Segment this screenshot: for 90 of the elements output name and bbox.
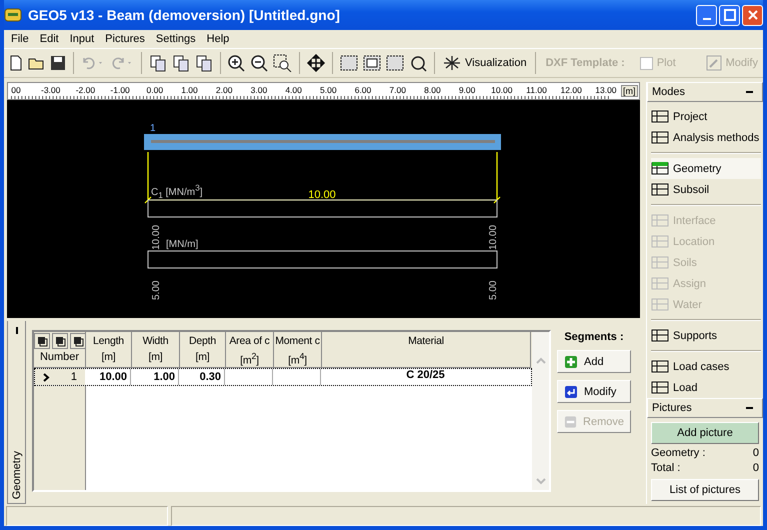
minimize-icon	[702, 18, 710, 20]
plus-icon	[564, 354, 578, 368]
move-icon[interactable]	[306, 54, 326, 72]
close-button[interactable]	[742, 4, 763, 26]
segments-title: Segments :	[564, 331, 624, 343]
table-cell: C 20/25	[406, 369, 445, 381]
edit-icon	[706, 55, 722, 71]
mode-icon	[651, 359, 669, 374]
zoom-out-icon[interactable]	[250, 54, 270, 72]
support-value: 5.00	[488, 280, 499, 300]
column-header: Width [m]	[132, 332, 180, 368]
copy-icon[interactable]	[194, 54, 214, 72]
column-header: Number	[40, 350, 80, 363]
row-number: 1	[35, 369, 85, 385]
table-cell: 1.00	[154, 371, 175, 383]
mode-icon	[651, 255, 669, 270]
mode-icon	[651, 182, 669, 197]
ruler-unit: [m]	[621, 85, 638, 97]
modify-button[interactable]: Modify	[557, 380, 631, 403]
window-title: GEO5 v13 - Beam (demoversion) [Untitled.gno]	[28, 7, 341, 23]
add-picture-button[interactable]: Add picture	[651, 422, 759, 444]
count-label: Total :	[651, 462, 680, 474]
column-header: Area of c [m$^{2}$]	[226, 332, 274, 368]
beam-number: 1	[150, 123, 156, 134]
visualization-button[interactable]: Visualization	[441, 55, 529, 71]
subsoil-value: 10.00	[151, 224, 162, 250]
column-header: Moment c [m$^{4}$]	[274, 332, 322, 368]
column-option-icon[interactable]	[34, 333, 50, 349]
pictures-header[interactable]: Pictures	[647, 398, 763, 418]
frame-icon[interactable]	[362, 54, 382, 72]
support-value: 5.00	[151, 280, 162, 300]
row-pointer-icon	[43, 372, 51, 382]
menu-item[interactable]: File	[6, 33, 35, 45]
mode-icon	[651, 328, 669, 343]
list-of-pictures-button[interactable]: List of pictures	[651, 479, 759, 501]
enter-icon	[564, 384, 578, 398]
menu-item[interactable]: Help	[202, 33, 236, 45]
subsoil-label: C$_{1}$ [MN/m$^{3}$]	[151, 187, 203, 198]
maximize-icon	[724, 9, 736, 21]
table-row[interactable]: 1 10.00 1.00 0.30 C 20/25	[34, 368, 532, 386]
zoom-in-icon[interactable]	[227, 54, 247, 72]
mode-icon	[651, 380, 669, 395]
frame-icon[interactable]	[385, 54, 405, 72]
maximize-button[interactable]	[719, 4, 740, 26]
menu-item[interactable]: Edit	[34, 33, 65, 45]
table-cell: 10.00	[99, 371, 127, 383]
mode-item[interactable]: Subsoil	[651, 179, 761, 200]
table-cell: 0.30	[200, 371, 221, 383]
column-header: Depth [m]	[180, 332, 226, 368]
mode-icon	[651, 276, 669, 291]
mode-item[interactable]: Supports	[651, 325, 761, 346]
mode-item[interactable]: Analysis methods	[651, 127, 761, 148]
mode-icon	[651, 213, 669, 228]
subsoil-value: 10.00	[488, 224, 499, 250]
mode-icon	[651, 130, 669, 145]
menu-item[interactable]: Settings	[150, 33, 202, 45]
copy-icon[interactable]	[148, 54, 168, 72]
zoom-window-icon[interactable]	[273, 54, 293, 72]
mode-icon	[651, 109, 669, 124]
column-header: Length [m]	[86, 332, 132, 368]
frame-icon[interactable]	[339, 54, 359, 72]
mode-icon	[651, 161, 669, 176]
column-option-icon[interactable]	[70, 333, 86, 349]
column-option-icon[interactable]	[52, 333, 68, 349]
menu-item[interactable]: Input	[64, 33, 100, 45]
support-label: [MN/m]	[166, 239, 198, 250]
count-label: Geometry :	[651, 447, 706, 459]
mode-item[interactable]: Geometry	[651, 158, 761, 179]
close-icon	[746, 9, 758, 21]
mode-item[interactable]: Load cases	[651, 356, 761, 377]
dxf-template-label: DXF Template :	[546, 57, 625, 69]
column-header: Material	[322, 332, 531, 368]
span-value: 10.00	[308, 189, 336, 201]
modes-header[interactable]: Modes	[647, 82, 763, 102]
minimize-button[interactable]	[696, 4, 717, 26]
mode-icon	[651, 297, 669, 312]
minus-icon	[564, 414, 578, 428]
add-button[interactable]: Add	[557, 350, 631, 373]
mode-icon	[651, 234, 669, 249]
mode-item[interactable]: Load	[651, 377, 761, 398]
tab-marker	[16, 327, 18, 334]
count-value: 0	[752, 447, 759, 459]
ruler: 00 -3.00 -2.00 -1.00 0.00 1.00 2.00 3.00 4.00 5.00 6.00 7.00 8.00 9.00 10.00 11.00 12.00 13.00	[8, 83, 620, 99]
mode-item[interactable]: Project	[651, 106, 761, 127]
sparkle-icon	[443, 55, 461, 71]
app-icon	[4, 7, 22, 23]
geometry-tab[interactable]: Geometry	[7, 321, 26, 504]
count-value: 0	[752, 462, 759, 474]
menu-item[interactable]: Pictures	[100, 33, 151, 45]
copy-icon[interactable]	[171, 54, 191, 72]
